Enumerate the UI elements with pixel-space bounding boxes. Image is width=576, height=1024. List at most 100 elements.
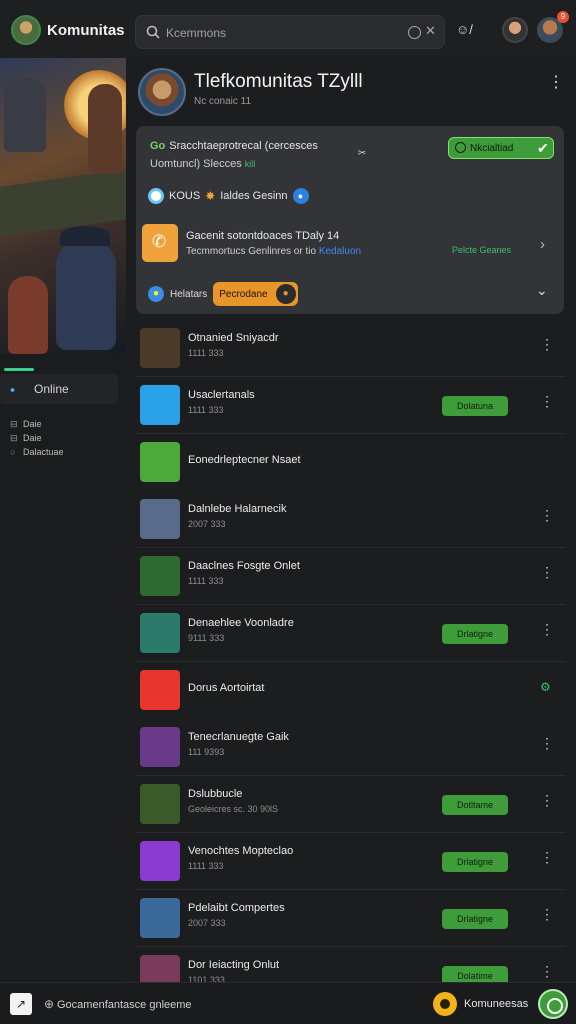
item-thumbnail — [140, 385, 180, 425]
list-item[interactable]: Pdelaibt Compertes 2007 333 Drlatigne ⋮ — [136, 890, 566, 947]
list-item[interactable]: Daaclnes Fosgte Onlet 1111 333 ⋮ — [136, 548, 566, 605]
more-icon[interactable]: ⋮ — [540, 564, 554, 581]
search-box[interactable]: ✕ — [135, 15, 445, 49]
item-title: Denaehlee Voonladre — [188, 617, 294, 629]
item-subtitle: 1111 333 — [188, 405, 224, 415]
item-title: Pdelaibt Compertes — [188, 902, 285, 914]
doc-icon: ⊟ — [10, 418, 18, 429]
emoji-icon[interactable] — [433, 992, 457, 1016]
item-thumbnail — [140, 328, 180, 368]
search-input[interactable] — [166, 23, 386, 43]
badge-icon: ● — [148, 286, 164, 302]
list-item[interactable]: Otnanied Sniyacdr 1111 333 ⋮ — [136, 320, 566, 377]
community-subtitle: Nc conaic 11 — [194, 96, 252, 107]
community-name: Tlefkomunitas TZylll — [194, 71, 363, 92]
user-avatar[interactable] — [502, 17, 528, 43]
online-indicator — [4, 368, 34, 371]
item-title: Dor Ieiacting Onlut — [188, 959, 280, 971]
more-icon[interactable]: ⋮ — [540, 792, 554, 809]
item-subtitle: 2007 333 — [188, 519, 226, 529]
orange-pill[interactable]: Pecrodane ● — [213, 282, 298, 306]
item-thumbnail — [140, 670, 180, 710]
online-label: Online — [34, 382, 69, 396]
item-subtitle: 2007 333 — [188, 918, 226, 928]
item-title: Venochtes Mopteclao — [188, 845, 294, 857]
item-thumbnail — [140, 499, 180, 539]
list-item[interactable]: Usaclertanals 1111 333 Dolatuna ⋮ — [136, 377, 566, 434]
item-subtitle: 1111 333 — [188, 348, 224, 358]
card-line3-title: Gacenit sotontdoaces TDaly 14 — [186, 230, 340, 242]
mood-toggle[interactable]: ☺/ — [456, 22, 473, 37]
phone-icon[interactable] — [142, 224, 178, 262]
bottom-bar: ↗ ⊕ Gocamenfantasce gnleeme Komuneesas — [0, 982, 576, 1024]
more-icon[interactable]: ⋮ — [540, 393, 554, 410]
list-item[interactable]: Venochtes Mopteclao 1111 333 Drlatigne ⋮ — [136, 833, 566, 890]
item-title: Dorus Aortoirtat — [188, 682, 265, 694]
card-line3-tag[interactable]: Pelcte Geanes — [452, 245, 511, 255]
item-thumbnail — [140, 784, 180, 824]
item-subtitle: Geoleicres sc. 30 90lS — [188, 804, 279, 814]
list-item[interactable]: Tenecrlanuegte Gaik 111 9393 ⋮ — [136, 719, 566, 776]
item-action-button[interactable]: Drlatigne — [442, 624, 508, 644]
app-title: Komunitas — [47, 22, 125, 39]
bottom-label[interactable]: Komuneesas — [464, 998, 528, 1010]
chevron-right-icon[interactable]: › — [540, 236, 545, 253]
check-icon: ✔ — [537, 140, 549, 156]
item-action-button[interactable]: Dolatuna — [442, 396, 508, 416]
item-title: Daaclnes Fosgte Onlet — [188, 560, 300, 572]
top-bar: Komunitas ✕ ☺/ 9 — [0, 0, 576, 62]
item-thumbnail — [140, 898, 180, 938]
item-action-button[interactable]: Drlatigne — [442, 909, 508, 929]
more-icon[interactable]: ⋮ — [540, 735, 554, 752]
more-icon[interactable]: ⋮ — [540, 963, 554, 980]
sidebar-item[interactable]: ⊟ Daie — [10, 417, 120, 431]
item-title: Usaclertanals — [188, 389, 255, 401]
item-thumbnail — [140, 841, 180, 881]
item-thumbnail — [140, 442, 180, 482]
card-line4: ● Helatars Pecrodane ● — [148, 282, 298, 306]
info-dot-icon: ● — [292, 188, 309, 204]
clear-icon[interactable]: ✕ — [425, 23, 436, 39]
info-card: Go Sracchtaeprotrecal (cercesces ✂ Uomtun… — [136, 126, 564, 314]
sidebar-item[interactable]: ⊟ Daie — [10, 431, 120, 445]
card-line2[interactable]: KOUS ✸ Ialdes Gesinn ● — [148, 188, 309, 204]
item-thumbnail — [140, 727, 180, 767]
gear-icon[interactable]: ⚙ — [540, 680, 551, 694]
link-icon: ⊕ — [44, 997, 55, 1011]
item-action-button[interactable]: Drlatigne — [442, 852, 508, 872]
pill-icon: ● — [275, 284, 296, 304]
status-icon — [455, 142, 466, 153]
circle-icon: ○ — [10, 447, 16, 457]
more-icon[interactable]: ⋮ — [540, 906, 554, 923]
item-subtitle: 1111 333 — [188, 861, 224, 871]
app-logo[interactable] — [11, 15, 41, 45]
list-item[interactable]: Dslubbucle Geoleicres sc. 30 90lS Dotltame… — [136, 776, 566, 833]
item-title: Dalnlebe Halarnecik — [188, 503, 287, 515]
more-icon[interactable]: ⋮ — [540, 507, 554, 524]
more-icon[interactable]: ⋮ — [540, 336, 554, 353]
item-thumbnail — [140, 556, 180, 596]
main-panel: Tlefkomunitas TZylll Nc conaic 11 ⋮ Go Sr… — [126, 58, 576, 1004]
online-item[interactable]: ⬩ Online — [0, 374, 118, 404]
share-icon[interactable]: ↗ — [10, 993, 32, 1015]
more-icon[interactable]: ⋮ — [540, 849, 554, 866]
search-icon — [146, 25, 160, 39]
list-item[interactable]: Denaehlee Voonladre 9111 333 Drlatigne ⋮ — [136, 605, 566, 662]
fab-button[interactable] — [538, 989, 568, 1019]
community-avatar[interactable] — [138, 68, 186, 116]
section-header[interactable]: Eonedrleptecner Nsaet — [136, 434, 566, 491]
sidebar-item[interactable]: ○ Dalactuae — [10, 445, 120, 459]
status-button[interactable]: Nkcialtiad ✔ — [448, 137, 554, 159]
list-item[interactable]: Dalnlebe Halarnecik 2007 333 ⋮ — [136, 491, 566, 548]
star-icon: ✸ — [205, 189, 216, 203]
item-action-button[interactable]: Dotltame — [442, 795, 508, 815]
section-header[interactable]: Dorus Aortoirtat ⚙ — [136, 662, 566, 719]
more-icon[interactable]: ⋮ — [540, 621, 554, 638]
chevron-down-icon[interactable]: ⌄ — [536, 282, 548, 299]
card-line3-sub: Tecmmortucs Genlinres or tio Kedaluon — [186, 246, 362, 257]
signal-icon: ⬩ — [10, 381, 16, 397]
history-icon[interactable] — [408, 26, 421, 39]
item-title: Tenecrlanuegte Gaik — [188, 731, 289, 743]
bottom-text: Gocamenfantasce gnleeme — [57, 999, 192, 1011]
more-icon[interactable]: ⋮ — [548, 72, 564, 92]
